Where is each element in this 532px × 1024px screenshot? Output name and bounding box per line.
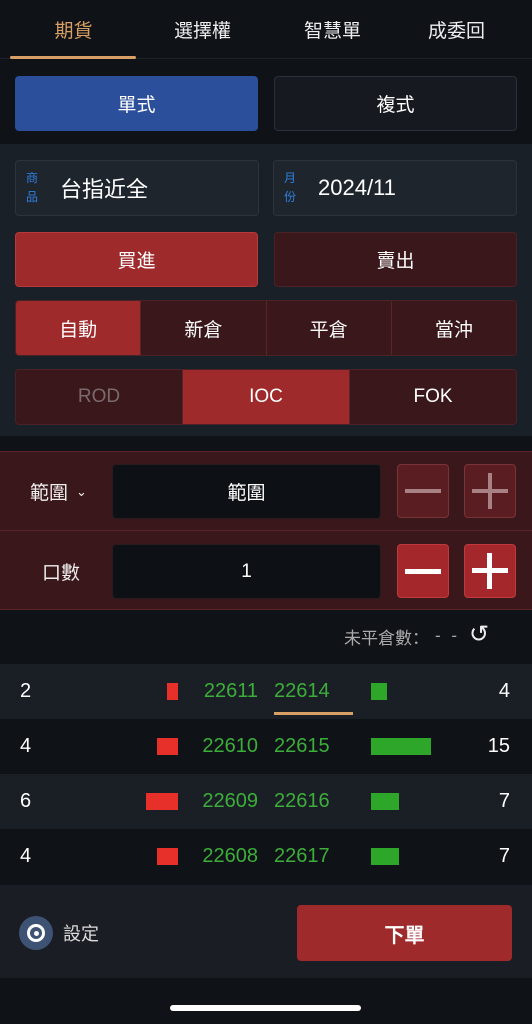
bid-price[interactable]: 22609 <box>202 774 258 829</box>
tab-options[interactable]: 選擇權 <box>136 0 269 58</box>
quantity-increment-button[interactable] <box>464 544 516 598</box>
time-in-force-selector: ROD IOC FOK <box>15 369 517 425</box>
ask-quantity: 4 <box>498 680 510 702</box>
ask-price[interactable]: 22615 <box>274 719 330 774</box>
order-book-row: 2 22611 22614 4 <box>0 664 532 719</box>
ask-price[interactable]: 22614 <box>274 664 330 719</box>
bid-price[interactable]: 22608 <box>202 829 258 884</box>
position-close[interactable]: 平倉 <box>266 301 392 355</box>
quantity-input[interactable]: 1 <box>112 544 381 599</box>
ask-quantity: 7 <box>498 790 510 812</box>
bid-volume-bar <box>156 738 178 755</box>
combo-order-button[interactable]: 複式 <box>274 76 517 131</box>
plus-icon <box>472 553 508 589</box>
month-field[interactable]: 月份 2024/11 <box>273 160 517 216</box>
settings-button[interactable]: 設定 <box>19 916 99 950</box>
position-auto[interactable]: 自動 <box>16 301 142 355</box>
minus-icon <box>405 568 441 574</box>
bid-quantity: 4 <box>20 735 32 757</box>
submit-order-button[interactable]: 下單 <box>297 905 512 961</box>
tab-smart-order[interactable]: 智慧單 <box>266 0 399 58</box>
ask-volume-bar <box>371 793 399 810</box>
bid-volume-bar <box>156 848 178 865</box>
bid-price[interactable]: 22611 <box>204 664 258 719</box>
position-new[interactable]: 新倉 <box>141 301 267 355</box>
open-position-info: 未平倉數： - - <box>344 624 460 648</box>
quantity-decrement-button[interactable] <box>397 544 449 598</box>
tif-rod[interactable]: ROD <box>16 370 183 424</box>
bid-quantity: 2 <box>20 680 32 702</box>
single-order-button[interactable]: 單式 <box>15 76 258 131</box>
bid-quantity: 6 <box>20 790 32 812</box>
top-tabs: 期貨 選擇權 智慧單 成委回 <box>0 0 532 59</box>
settings-label: 設定 <box>63 924 99 944</box>
order-book-row: 6 22609 22616 7 <box>0 774 532 829</box>
price-decrement-button[interactable] <box>397 464 449 518</box>
minus-icon <box>405 489 441 493</box>
ask-price[interactable]: 22616 <box>274 774 330 829</box>
active-tab-indicator <box>10 56 136 59</box>
bid-quantity: 4 <box>20 845 32 867</box>
price-increment-button[interactable] <box>464 464 516 518</box>
divider <box>0 530 532 531</box>
tab-futures[interactable]: 期貨 <box>7 0 140 58</box>
position-daytrade[interactable]: 當沖 <box>391 301 516 355</box>
chevron-down-icon: ⌄ <box>76 483 87 499</box>
ask-quantity: 7 <box>498 845 510 867</box>
buy-button[interactable]: 買進 <box>15 232 258 287</box>
product-value: 台指近全 <box>60 177 149 202</box>
home-indicator <box>170 1005 361 1011</box>
tif-ioc[interactable]: IOC <box>183 370 350 424</box>
bid-volume-bar <box>167 683 178 700</box>
order-book-row: 4 22608 22617 7 <box>0 829 532 884</box>
month-value: 2024/11 <box>318 175 396 200</box>
position-type-selector: 自動 新倉 平倉 當沖 <box>15 300 517 356</box>
price-type-dropdown[interactable]: 範圍 ⌄ <box>30 464 87 519</box>
bid-price[interactable]: 22610 <box>202 719 258 774</box>
open-position-label: 未平倉數： <box>343 628 429 648</box>
settings-icon <box>19 916 53 950</box>
open-position-value: - - <box>434 626 460 645</box>
bid-volume-bar <box>146 793 178 810</box>
tif-fok[interactable]: FOK <box>350 370 516 424</box>
product-label: 商品 <box>26 171 39 204</box>
sell-button[interactable]: 賣出 <box>274 232 517 287</box>
ask-volume-bar <box>371 683 387 700</box>
ask-volume-bar <box>371 848 399 865</box>
tab-fills[interactable]: 成委回 <box>390 0 523 58</box>
month-label: 月份 <box>284 171 297 204</box>
refresh-icon[interactable]: ↺ <box>466 622 492 648</box>
ask-price[interactable]: 22617 <box>274 829 330 884</box>
price-type-label: 範圍 <box>30 483 69 504</box>
plus-icon <box>472 473 508 509</box>
price-input[interactable]: 範圍 <box>112 464 381 519</box>
ask-volume-bar <box>371 738 431 755</box>
order-book-row: 4 22610 22615 15 <box>0 719 532 774</box>
ask-quantity: 15 <box>487 735 510 757</box>
product-field[interactable]: 商品 台指近全 <box>15 160 259 216</box>
quantity-label: 口數 <box>42 563 81 584</box>
last-price-indicator <box>274 712 353 715</box>
